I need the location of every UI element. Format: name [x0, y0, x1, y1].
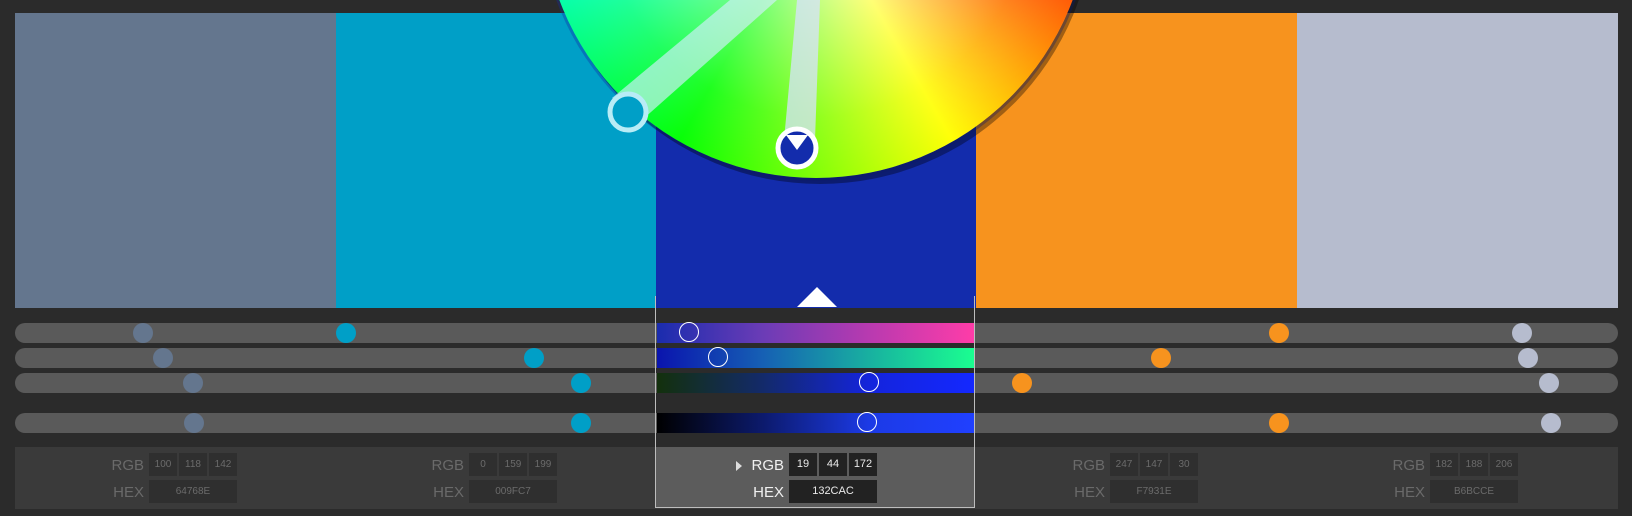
swatch-5-hex[interactable]: B6BCCE — [1430, 480, 1518, 503]
swatch-5[interactable] — [1297, 13, 1618, 308]
brightness-handle-selected[interactable] — [857, 412, 877, 432]
slider-1-dot-swatch-5[interactable] — [1512, 323, 1532, 343]
swatch-4-r[interactable]: 247 — [1110, 453, 1138, 476]
swatch-1-g[interactable]: 118 — [179, 453, 207, 476]
slider-2-dot-swatch-5[interactable] — [1518, 348, 1538, 368]
slider-gradient-3[interactable] — [657, 373, 975, 393]
slider-3-dot-swatch-5[interactable] — [1539, 373, 1559, 393]
swatch-1-hex[interactable]: 64768E — [149, 480, 237, 503]
hex-label-5: HEX — [1394, 484, 1425, 501]
brightness-dot-swatch-2[interactable] — [571, 413, 591, 433]
brightness-dot-swatch-4[interactable] — [1269, 413, 1289, 433]
slider-1-dot-swatch-1[interactable] — [133, 323, 153, 343]
swatch-3-b[interactable]: 172 — [849, 453, 877, 476]
rgb-label-1: RGB — [111, 457, 144, 474]
expand-caret-icon[interactable] — [736, 461, 742, 471]
swatch-4-g[interactable]: 147 — [1140, 453, 1168, 476]
slider-2-dot-swatch-4[interactable] — [1151, 348, 1171, 368]
slider-gradient-1[interactable] — [657, 323, 975, 343]
slider-3-dot-swatch-2[interactable] — [571, 373, 591, 393]
slider-3-dot-swatch-4[interactable] — [1012, 373, 1032, 393]
swatch-1-r[interactable]: 100 — [149, 453, 177, 476]
slider-2-dot-swatch-2[interactable] — [524, 348, 544, 368]
slider-2-dot-swatch-1[interactable] — [153, 348, 173, 368]
swatch-2-b[interactable]: 199 — [529, 453, 557, 476]
hex-label-2: HEX — [433, 484, 464, 501]
swatch-1[interactable] — [15, 13, 336, 308]
slider-1-dot-swatch-2[interactable] — [336, 323, 356, 343]
hex-label-3: HEX — [753, 484, 784, 501]
selected-indicator-arrow — [797, 287, 837, 307]
slider-1-handle-selected[interactable] — [679, 322, 699, 342]
swatch-2-r[interactable]: 0 — [469, 453, 497, 476]
swatch-2-hex[interactable]: 009FC7 — [469, 480, 557, 503]
swatch-4-b[interactable]: 30 — [1170, 453, 1198, 476]
swatch-3-g[interactable]: 44 — [819, 453, 847, 476]
rgb-label-4: RGB — [1072, 457, 1105, 474]
swatch-5-g[interactable]: 188 — [1460, 453, 1488, 476]
slider-3-handle-selected[interactable] — [859, 372, 879, 392]
swatch-1-b[interactable]: 142 — [209, 453, 237, 476]
brightness-dot-swatch-1[interactable] — [184, 413, 204, 433]
swatch-2-g[interactable]: 159 — [499, 453, 527, 476]
swatch-3-r[interactable]: 19 — [789, 453, 817, 476]
slider-1-dot-swatch-4[interactable] — [1269, 323, 1289, 343]
slider-2-handle-selected[interactable] — [708, 347, 728, 367]
swatch-5-r[interactable]: 182 — [1430, 453, 1458, 476]
rgb-label-2: RGB — [431, 457, 464, 474]
swatch-5-b[interactable]: 206 — [1490, 453, 1518, 476]
swatch-3-hex[interactable]: 132CAC — [789, 480, 877, 503]
hex-label-1: HEX — [113, 484, 144, 501]
rgb-label-5: RGB — [1392, 457, 1425, 474]
slider-gradient-brightness[interactable] — [657, 413, 975, 433]
slider-3-dot-swatch-1[interactable] — [183, 373, 203, 393]
hex-label-4: HEX — [1074, 484, 1105, 501]
slider-gradient-2[interactable] — [657, 348, 975, 368]
swatch-4-hex[interactable]: F7931E — [1110, 480, 1198, 503]
rgb-label-3: RGB — [751, 457, 784, 474]
brightness-dot-swatch-5[interactable] — [1541, 413, 1561, 433]
